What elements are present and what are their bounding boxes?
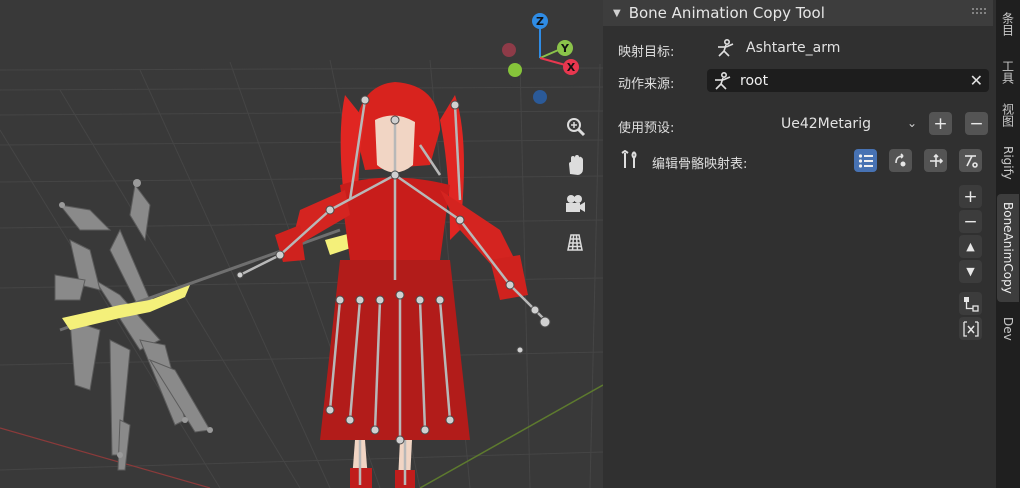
armature-icon bbox=[715, 71, 731, 90]
sidebar-tabs: 条目 工具 视图 Rigify BoneAnimCopy Dev bbox=[996, 0, 1020, 488]
add-preset-button[interactable]: + bbox=[929, 112, 952, 135]
target-label: 映射目标: bbox=[618, 45, 675, 60]
tab-tool[interactable]: 工具 bbox=[997, 52, 1019, 92]
plus-icon: + bbox=[963, 186, 978, 207]
grid-perspective-icon[interactable] bbox=[562, 229, 588, 255]
collapse-caret-icon[interactable]: ▼ bbox=[613, 8, 621, 19]
preset-value: Ue42Metarig bbox=[781, 116, 871, 132]
move-up-button[interactable]: ▲ bbox=[959, 235, 982, 258]
rotation-mapping-button[interactable] bbox=[889, 149, 912, 172]
add-item-button[interactable]: + bbox=[959, 185, 982, 208]
move-down-button[interactable]: ▼ bbox=[959, 260, 982, 283]
function-icon bbox=[962, 320, 979, 337]
panel-header[interactable]: ▼ Bone Animation Copy Tool bbox=[603, 0, 993, 26]
gizmo-x-label[interactable]: X bbox=[567, 61, 576, 74]
remove-preset-button[interactable]: − bbox=[965, 112, 988, 135]
armature-icon bbox=[718, 38, 734, 57]
tab-dev[interactable]: Dev bbox=[997, 308, 1019, 350]
move-icon bbox=[929, 153, 943, 167]
tab-view[interactable]: 视图 bbox=[997, 98, 1019, 132]
camera-icon[interactable] bbox=[562, 191, 588, 217]
pan-hand-icon[interactable] bbox=[562, 152, 588, 178]
drag-grip-icon[interactable] bbox=[971, 7, 987, 17]
gizmo-y-label[interactable]: Y bbox=[560, 42, 570, 55]
bone-chain-icon bbox=[964, 154, 978, 168]
hierarchy-button[interactable] bbox=[959, 292, 982, 315]
panel-title: Bone Animation Copy Tool bbox=[628, 4, 825, 22]
preset-dropdown[interactable]: Ue42Metarig ⌄ bbox=[781, 116, 917, 132]
tab-rigify[interactable]: Rigify bbox=[997, 138, 1019, 188]
zoom-icon[interactable] bbox=[562, 114, 588, 140]
triangle-up-icon: ▲ bbox=[966, 240, 975, 253]
minus-icon: − bbox=[963, 211, 978, 232]
gizmo-z-label[interactable]: Z bbox=[536, 15, 544, 28]
source-value: root bbox=[740, 72, 769, 89]
clear-x-icon[interactable]: ✕ bbox=[970, 71, 983, 90]
sidebar-panel: ▼ Bone Animation Copy Tool 映射目标: Ashtart… bbox=[603, 0, 996, 488]
list-icon bbox=[858, 153, 873, 168]
ik-mapping-button[interactable] bbox=[959, 149, 982, 172]
chevron-down-icon: ⌄ bbox=[906, 116, 917, 130]
list-view-button[interactable] bbox=[854, 149, 877, 172]
triangle-down-icon: ▼ bbox=[966, 265, 975, 278]
tab-boneanimcopy[interactable]: BoneAnimCopy bbox=[997, 194, 1019, 302]
tab-item[interactable]: 条目 bbox=[997, 6, 1019, 42]
preset-label: 使用预设: bbox=[618, 121, 675, 136]
remove-item-button[interactable]: − bbox=[959, 210, 982, 233]
location-mapping-button[interactable] bbox=[924, 149, 947, 172]
source-label: 动作来源: bbox=[618, 77, 675, 92]
hierarchy-icon bbox=[963, 296, 979, 312]
wrench-screwdriver-icon bbox=[621, 149, 641, 174]
target-field[interactable]: Ashtarte_arm bbox=[715, 38, 840, 58]
target-value: Ashtarte_arm bbox=[746, 40, 841, 56]
edit-map-label: 编辑骨骼映射表: bbox=[652, 157, 748, 172]
x-axis-line bbox=[0, 427, 211, 488]
driver-expression-button[interactable] bbox=[959, 317, 982, 340]
navigation-gizmo[interactable]: Z Y X bbox=[495, 8, 595, 108]
3d-viewport[interactable]: Z Y X bbox=[0, 0, 603, 488]
rotate-icon bbox=[894, 152, 905, 166]
source-field[interactable]: root ✕ bbox=[707, 69, 989, 92]
